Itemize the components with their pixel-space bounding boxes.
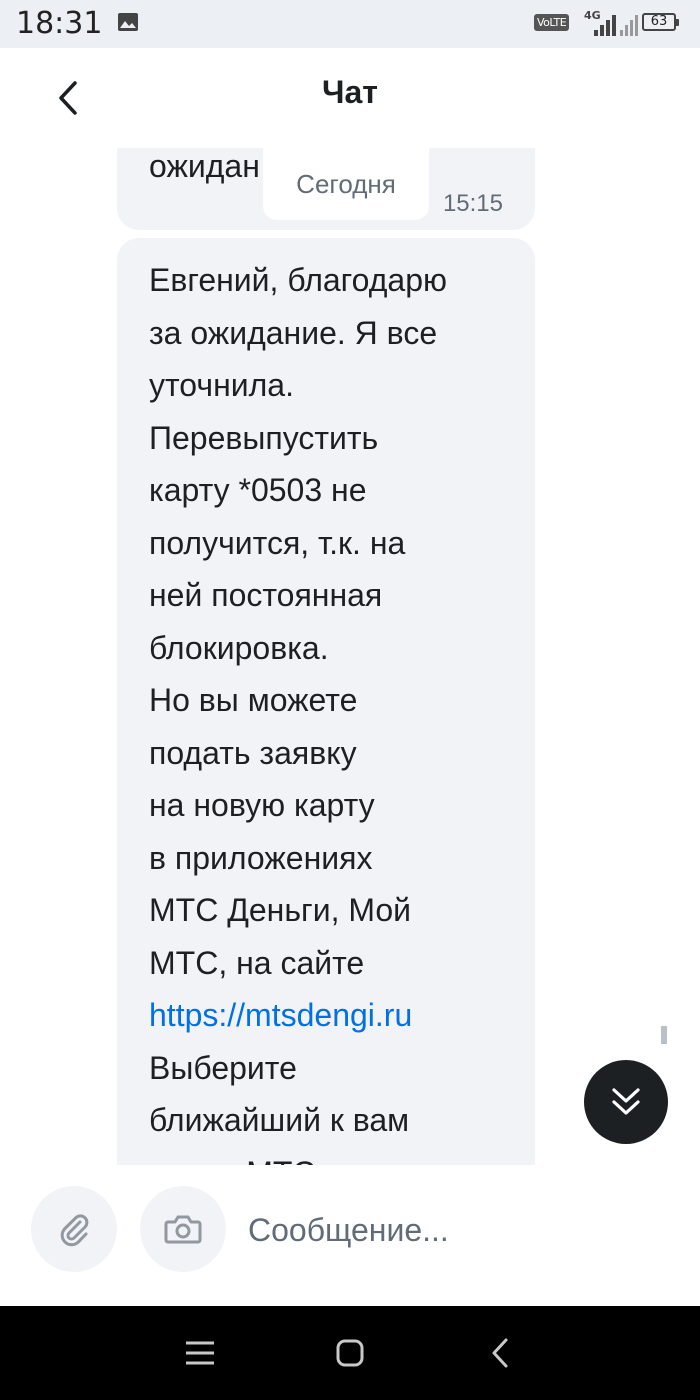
message-line: Перевыпустить (149, 419, 379, 456)
scroll-down-button[interactable] (584, 1060, 668, 1144)
nav-menu-button[interactable] (175, 1328, 225, 1378)
home-icon (336, 1339, 364, 1367)
signal-icon (594, 12, 640, 41)
scrollbar-thumb[interactable] (661, 1026, 667, 1044)
message-line: салон МТС (149, 1147, 505, 1166)
mts-dengi-link[interactable]: https://mtsdengi.ru (149, 997, 412, 1033)
message-line: получится, т.к. на (149, 524, 406, 561)
camera-button[interactable] (140, 1186, 226, 1272)
message-text-fragment: ожидан (149, 148, 260, 184)
paperclip-icon (60, 1214, 89, 1247)
message-line: за ожидание. Я все (149, 314, 438, 351)
message-line: уточнила. (149, 367, 294, 403)
photo-icon (117, 12, 139, 37)
double-chevron-down-icon (612, 1088, 640, 1115)
chat-messages[interactable]: ожидан 15:15 Сегодня Евгений, благодарю … (0, 148, 700, 1165)
message-line: ней постоянная (149, 577, 383, 613)
page-title: Чат (322, 74, 378, 110)
nav-back-button[interactable] (475, 1328, 525, 1378)
status-time: 18:31 (16, 6, 103, 41)
message-input-bar (0, 1165, 700, 1306)
camera-icon (164, 1215, 202, 1244)
date-divider: Сегодня (263, 148, 429, 220)
chat-header: Чат (0, 48, 700, 148)
message-line: МТС, на сайте (149, 944, 365, 981)
menu-icon (186, 1341, 214, 1365)
message-time: 15:15 (442, 190, 503, 217)
message-line: МТС Деньги, Мой (149, 892, 412, 928)
chat-screen: 18:31 VoLTE 4G 63 Чат ожидан 15:15 Сегод… (0, 0, 700, 1400)
message-line: ближайший к вам (149, 1102, 410, 1138)
message-line: Но вы можете (149, 682, 358, 718)
message-line: Евгений, благодарю (149, 262, 447, 298)
message-bubble: Евгений, благодарю за ожидание. Я все ут… (117, 238, 535, 1165)
message-line: карту *0503 не (149, 472, 367, 508)
message-line: Выберите (149, 1049, 297, 1086)
message-link-line: https://mtsdengi.ru (149, 989, 505, 1042)
message-line: блокировка. (149, 629, 329, 666)
volte-label: VoLTE (534, 14, 570, 31)
battery-icon: 63 (642, 13, 679, 31)
message-line: на новую карту (149, 787, 375, 823)
navigation-bar (0, 1306, 700, 1400)
status-bar: 18:31 VoLTE 4G 63 (0, 0, 700, 48)
message-line: в приложениях (149, 839, 373, 876)
attach-button[interactable] (31, 1186, 117, 1272)
message-input[interactable] (248, 1205, 668, 1255)
nav-home-button[interactable] (325, 1328, 375, 1378)
message-line: подать заявку (149, 734, 357, 771)
back-icon (492, 1338, 508, 1368)
